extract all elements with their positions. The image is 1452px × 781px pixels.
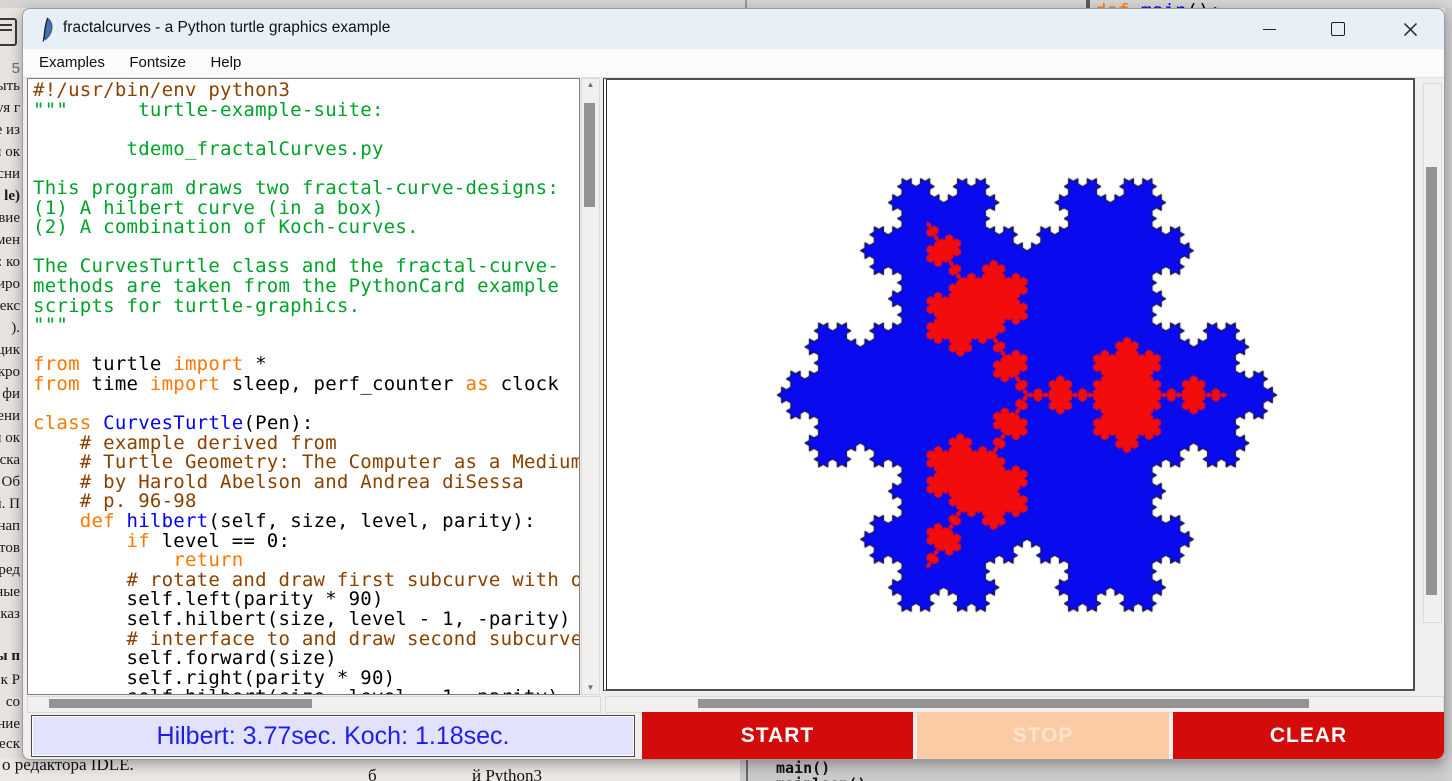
- background-right-strip: [1445, 0, 1452, 781]
- code-line: scripts for turtle-graphics.: [33, 297, 580, 317]
- background-text-fragment: ы п: [0, 648, 20, 665]
- background-text-fragment: 5: [12, 60, 20, 77]
- background-text-fragment: еск: [0, 736, 20, 753]
- code-vertical-scrollbar[interactable]: ▲ ▼: [581, 78, 600, 695]
- maximize-button[interactable]: [1315, 9, 1361, 49]
- window-title: fractalcurves - a Python turtle graphics…: [63, 19, 390, 37]
- canvas-horizontal-scrollbar[interactable]: [605, 696, 1444, 713]
- background-text-fragment: ние: [0, 716, 20, 733]
- background-text-fragment: цик: [0, 342, 20, 359]
- scrollbar-thumb[interactable]: [584, 103, 595, 207]
- stop-button[interactable]: STOP: [917, 712, 1169, 759]
- background-bottom-strip: о редактора IDLE.бй Python3main()mainloo…: [0, 758, 1452, 781]
- background-text-fragment: : ко: [0, 254, 20, 271]
- printer-icon: [0, 18, 17, 46]
- divider-line: [746, 758, 748, 781]
- background-text-fragment: и ок: [0, 144, 20, 161]
- source-code-pane[interactable]: #!/usr/bin/env python3""" turtle-example…: [27, 78, 580, 695]
- title-bar[interactable]: fractalcurves - a Python turtle graphics…: [23, 9, 1444, 49]
- background-text-fragment: ени: [0, 408, 20, 425]
- close-button[interactable]: [1387, 9, 1433, 49]
- code-line: """ turtle-example-suite:: [33, 101, 580, 121]
- status-bar: Hilbert: 3.77sec. Koch: 1.18sec.: [31, 715, 635, 757]
- background-text-fragment: тов: [0, 540, 20, 557]
- background-top-strip: def main():: [0, 0, 1452, 8]
- app-window: fractalcurves - a Python turtle graphics…: [22, 8, 1445, 760]
- background-text-fragment: mainloop(): [776, 775, 866, 781]
- background-text-fragment: б: [368, 766, 377, 781]
- menu-help[interactable]: Help: [200, 52, 251, 73]
- background-code-fragment: def main():: [1095, 0, 1221, 8]
- background-text-fragment: мен: [0, 232, 20, 249]
- scrollbar-thumb[interactable]: [1426, 167, 1437, 595]
- maximize-icon: [1331, 22, 1345, 36]
- background-text-fragment: каз: [0, 606, 20, 623]
- canvas-vertical-scrollbar[interactable]: [1423, 83, 1442, 623]
- background-text-fragment: ред: [0, 562, 20, 579]
- start-button[interactable]: START: [642, 712, 913, 759]
- divider-line: [1086, 0, 1090, 8]
- background-text-fragment: к Р: [1, 672, 20, 689]
- background-text-fragment: сни: [0, 166, 20, 183]
- divider-line: [745, 0, 747, 8]
- background-text-fragment: ыть: [0, 78, 20, 95]
- background-text-fragment: виро: [0, 276, 20, 293]
- background-text-fragment: ска: [0, 452, 20, 469]
- minimize-icon: [1263, 29, 1276, 30]
- scrollbar-thumb[interactable]: [698, 699, 1309, 708]
- background-text-fragment: кро: [0, 364, 20, 381]
- background-text-fragment: вие: [0, 210, 20, 227]
- background-text-fragment: ).: [11, 320, 20, 337]
- source-code-text: #!/usr/bin/env python3""" turtle-example…: [33, 81, 580, 695]
- code-line: tdemo_fractalCurves.py: [33, 140, 580, 160]
- background-text-fragment: уя г: [0, 100, 20, 117]
- code-horizontal-scrollbar[interactable]: [27, 696, 601, 713]
- background-text-fragment: нап: [0, 518, 20, 535]
- background-text-fragment: со: [6, 694, 20, 711]
- background-text-fragment: ные: [0, 584, 20, 601]
- scroll-down-icon[interactable]: ▼: [582, 683, 599, 693]
- close-icon: [1403, 22, 1418, 37]
- scroll-up-icon[interactable]: ▲: [582, 80, 599, 90]
- clear-button[interactable]: CLEAR: [1173, 712, 1444, 759]
- turtle-canvas: [607, 80, 1407, 685]
- background-text-fragment: о редактора IDLE.: [2, 758, 134, 775]
- code-line: (2) A combination of Koch-curves.: [33, 218, 580, 238]
- background-text-fragment: le): [4, 188, 20, 205]
- code-line: from time import sleep, perf_counter as …: [33, 375, 580, 395]
- menu-fontsize[interactable]: Fontsize: [119, 52, 196, 73]
- background-text-fragment: фи: [2, 386, 20, 403]
- menu-bar: Examples Fontsize Help: [23, 49, 1444, 78]
- background-text-fragment: Об: [2, 474, 20, 491]
- background-text-column: 5ыть уя г е из и ок сни le) вие мен : ко виро екс)…: [0, 0, 21, 781]
- background-text-fragment: й Python3: [472, 766, 542, 781]
- scrollbar-thumb[interactable]: [49, 699, 312, 708]
- minimize-button[interactable]: [1246, 9, 1292, 49]
- code-line: """: [33, 316, 580, 336]
- background-text-fragment: екс: [0, 298, 20, 315]
- python-feather-icon: [37, 17, 55, 42]
- background-text-fragment: е из: [0, 122, 20, 139]
- code-line: self.hilbert(size, level - 1, parity): [33, 688, 580, 695]
- background-text-fragment: м ок: [0, 430, 20, 447]
- turtle-canvas-frame: [603, 78, 1415, 691]
- screen: { "window": { "title": "fractalcurves - …: [0, 0, 1452, 781]
- background-text-fragment: й. П: [0, 496, 20, 513]
- menu-examples[interactable]: Examples: [29, 52, 115, 73]
